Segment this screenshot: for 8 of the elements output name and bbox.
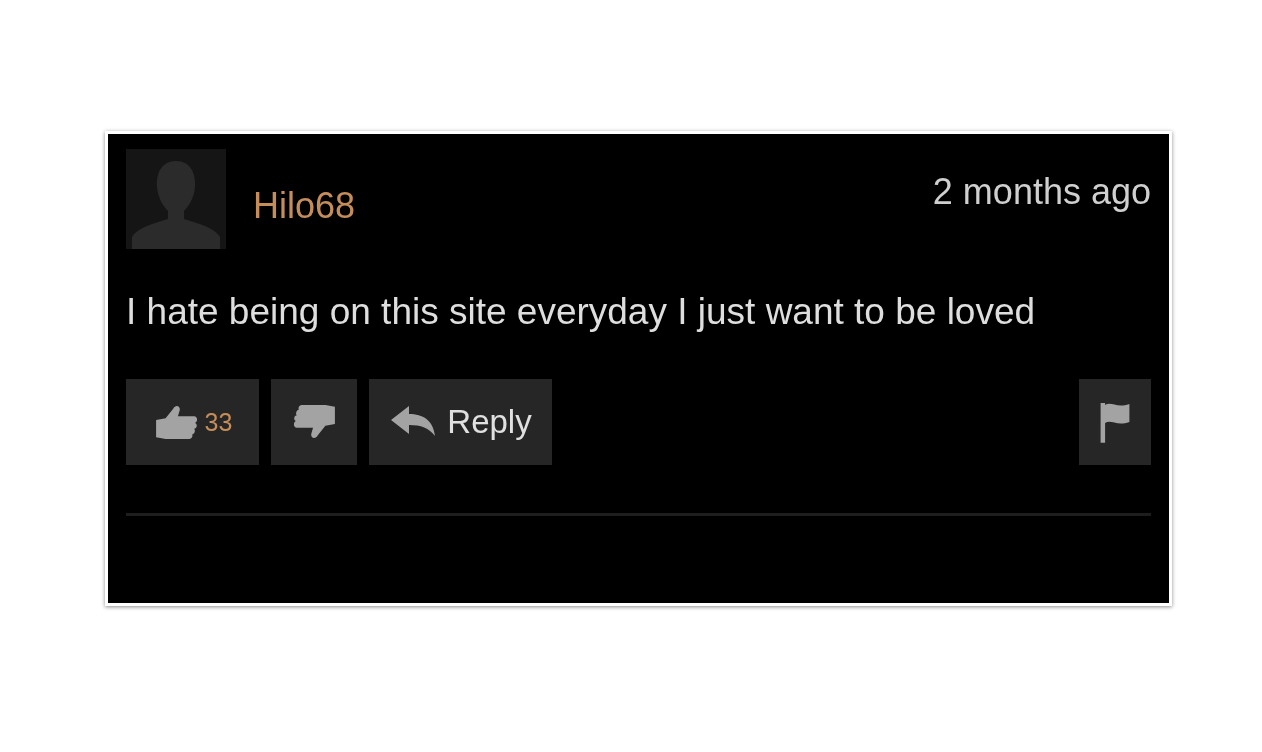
dislike-button[interactable] [271,379,357,465]
like-button[interactable]: 33 [126,379,259,465]
avatar-icon [126,149,226,249]
reply-button[interactable]: Reply [369,379,552,465]
comment-text: I hate being on this site everyday I just want to be loved [126,290,1037,334]
username[interactable]: Hilo68 [253,185,356,227]
comment-time: 2 months ago [932,171,1151,213]
flag-button[interactable] [1079,379,1151,465]
